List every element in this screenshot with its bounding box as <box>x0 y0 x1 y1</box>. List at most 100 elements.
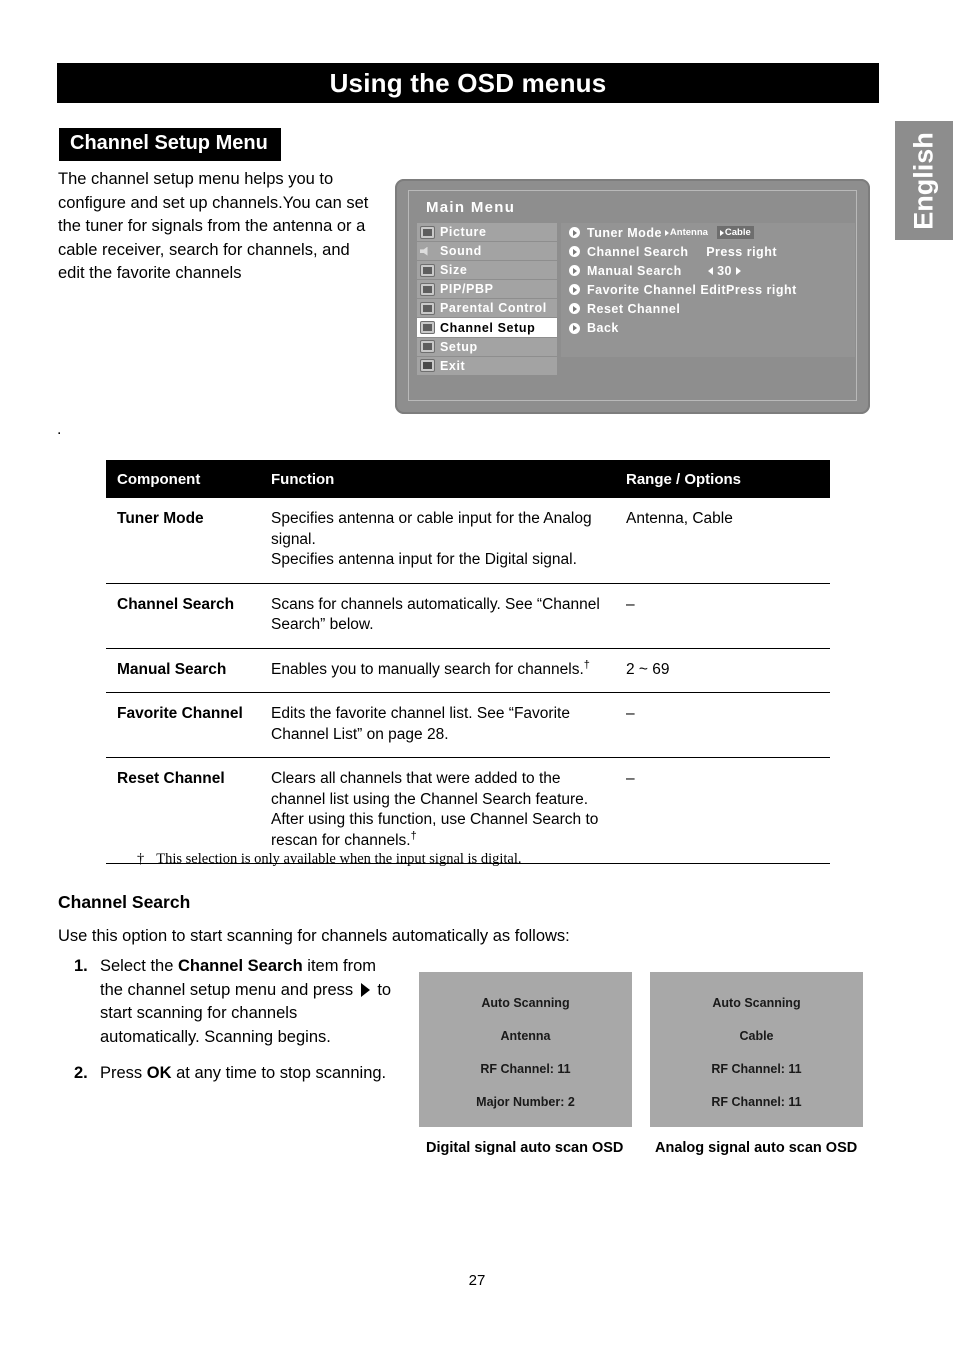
components-table: Component Function Range / Options Tuner… <box>106 460 830 864</box>
table-header-row: Component Function Range / Options <box>106 460 830 498</box>
table-header-range: Range / Options <box>626 470 742 488</box>
page-banner: Using the OSD menus <box>57 63 879 103</box>
osd-option-back[interactable]: Back <box>561 318 855 337</box>
triangle-left-icon[interactable] <box>708 267 714 276</box>
resize-icon <box>420 263 435 277</box>
table-cell-range: – <box>626 595 635 613</box>
pip-icon <box>420 282 435 296</box>
osd-menu-item-label: Size <box>440 263 468 278</box>
osd-option-label: Channel Search <box>587 244 689 259</box>
table-cell-function: Edits the favorite channel list. See “Fa… <box>271 705 570 743</box>
step-text: Select the Channel Search item from the … <box>100 955 394 1049</box>
table-row: Tuner Mode Specifies antenna or cable in… <box>106 498 830 584</box>
tuner-option-cable[interactable]: Cable <box>716 226 754 240</box>
dagger-marker: † <box>583 658 590 671</box>
bullet-arrow-icon <box>569 303 580 315</box>
osd-option-value: 30 <box>717 263 732 278</box>
language-tab-label: English <box>908 131 939 230</box>
speaker-icon <box>420 245 435 258</box>
table-cell-function: Scans for channels automatically. See “C… <box>271 595 600 634</box>
table-cell-component: Reset Channel <box>117 770 225 787</box>
osd-option-tuner-mode[interactable]: Tuner Mode Antenna Cable <box>561 223 855 242</box>
step-number: 1. <box>74 957 88 975</box>
table-row: Manual Search Enables you to manually se… <box>106 649 830 693</box>
footnote-text: This selection is only available when th… <box>156 851 522 867</box>
table-cell-component: Tuner Mode <box>117 510 204 527</box>
step-text-emphasis: OK <box>146 1064 172 1082</box>
list-item: 1. Select the Channel Search item from t… <box>74 955 394 1049</box>
scan-line: RF Channel: 11 <box>711 1095 802 1109</box>
osd-option-value-stepper: 30 <box>704 264 745 278</box>
scan-line: Auto Scanning <box>712 996 801 1010</box>
table-cell-function-text: Enables you to manually search for chann… <box>271 660 584 678</box>
osd-menu-item-sound[interactable]: Sound <box>417 242 557 262</box>
bullet-arrow-icon <box>569 246 580 258</box>
osd-option-channel-search[interactable]: Channel Search Press right <box>561 242 855 261</box>
step-text-emphasis: Channel Search <box>177 957 303 975</box>
triangle-right-icon <box>719 229 724 236</box>
intro-paragraph: The channel setup menu helps you to conf… <box>58 170 369 282</box>
table-header-component: Component <box>117 470 201 488</box>
osd-option-favorite-channel-edit[interactable]: Favorite Channel Edit Press right <box>561 280 855 299</box>
triangle-right-icon <box>360 982 370 997</box>
table-cell-function: Clears all channels that were added to t… <box>271 769 626 851</box>
channel-search-intro: Use this option to start scanning for ch… <box>58 927 570 945</box>
osd-menu-item-label: Sound <box>440 244 482 259</box>
osd-menu-item-exit[interactable]: Exit <box>417 356 557 376</box>
osd-menu-item-channel-setup[interactable]: Channel Setup <box>417 318 557 338</box>
analog-scan-osd-box: Auto Scanning Cable RF Channel: 11 RF Ch… <box>650 972 863 1127</box>
osd-menu-item-label: Parental Control <box>440 301 547 316</box>
table-row: Reset Channel Clears all channels that w… <box>106 758 830 864</box>
osd-menu-item-pip-pbp[interactable]: PIP/PBP <box>417 280 557 300</box>
osd-option-label: Manual Search <box>587 263 682 278</box>
tuner-option-antenna[interactable]: Antenna <box>662 226 711 239</box>
sliders-icon <box>420 340 435 354</box>
table-cell-range: – <box>626 770 635 787</box>
scan-line: Cable <box>739 1029 774 1043</box>
osd-menu-item-picture[interactable]: Picture <box>417 223 557 243</box>
osd-option-value: Press right <box>726 282 797 297</box>
triangle-right-icon[interactable] <box>736 267 741 276</box>
tuner-option-antenna-label: Antenna <box>669 227 708 239</box>
table-cell-component: Manual Search <box>117 660 227 678</box>
list-item: 2. Press OK at any time to stop scanning… <box>74 1062 394 1086</box>
tuner-mode-option-group: Antenna Cable <box>662 226 754 240</box>
osd-menu-item-label: PIP/PBP <box>440 282 494 297</box>
triangle-right-icon <box>664 229 669 236</box>
section-heading: Channel Setup Menu <box>59 128 281 161</box>
analog-scan-caption: Analog signal auto scan OSD <box>655 1140 858 1156</box>
parental-icon <box>420 301 435 315</box>
tuner-option-cable-label: Cable <box>724 227 751 239</box>
step-text-part: Press <box>100 1064 147 1082</box>
osd-menu-item-parental-control[interactable]: Parental Control <box>417 299 557 319</box>
table-cell-range: 2 ~ 69 <box>626 660 670 678</box>
step-number: 2. <box>74 1064 88 1082</box>
osd-right-options-panel: Tuner Mode Antenna Cable Channel Search … <box>561 223 855 357</box>
osd-menu-item-setup[interactable]: Setup <box>417 337 557 357</box>
step-text: Press OK at any time to stop scanning. <box>100 1062 394 1086</box>
table-header-function: Function <box>271 470 335 488</box>
scan-line: Major Number: 2 <box>476 1095 575 1109</box>
osd-option-reset-channel[interactable]: Reset Channel <box>561 299 855 318</box>
osd-option-label: Reset Channel <box>587 301 681 316</box>
table-footnote: † This selection is only available when t… <box>137 851 522 868</box>
scan-line: RF Channel: 11 <box>711 1062 802 1076</box>
table-cell-function-text: Clears all channels that were added to t… <box>271 770 599 849</box>
channel-search-steps: 1. Select the Channel Search item from t… <box>74 955 394 1099</box>
table-cell-component: Favorite Channel <box>117 705 243 722</box>
dagger-marker: † <box>410 829 417 842</box>
digital-scan-osd-box: Auto Scanning Antenna RF Channel: 11 Maj… <box>419 972 632 1127</box>
exit-icon <box>420 359 435 373</box>
table-cell-range: Antenna, Cable <box>626 510 733 527</box>
bullet-arrow-icon <box>569 227 580 239</box>
osd-menu-item-size[interactable]: Size <box>417 261 557 281</box>
bullet-arrow-icon <box>569 322 580 334</box>
scan-line: Auto Scanning <box>481 996 570 1010</box>
language-tab: English <box>895 121 953 240</box>
osd-menu-item-label: Picture <box>440 225 487 240</box>
osd-option-manual-search[interactable]: Manual Search 30 <box>561 261 855 280</box>
table-cell-function: Enables you to manually search for chann… <box>271 658 626 681</box>
tv-icon <box>420 321 435 335</box>
osd-inner-frame: Main Menu Picture Sound Size PIP/PBP Par… <box>408 190 857 401</box>
digital-scan-caption: Digital signal auto scan OSD <box>426 1140 624 1156</box>
